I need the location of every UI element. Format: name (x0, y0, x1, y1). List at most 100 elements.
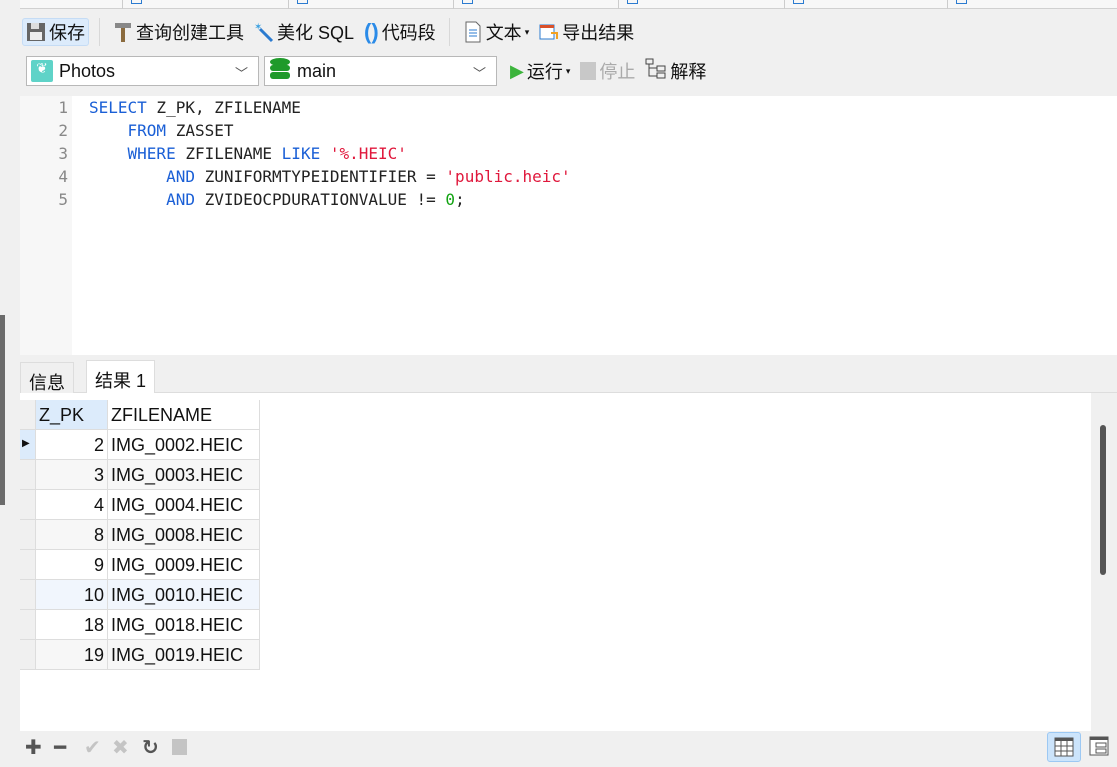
code-token: 0 (445, 190, 456, 209)
connection-value: Photos (59, 60, 116, 81)
beautify-sql-button[interactable]: ✶ 美化 SQL (251, 18, 357, 46)
code-token: ZASSET (166, 121, 234, 140)
table-icon (627, 0, 638, 4)
row-indicator[interactable] (20, 580, 36, 610)
sql-editor[interactable]: 1 2 3 4 5 SELECT Z_PK, ZFILENAME FROM ZASSET… (20, 96, 1117, 355)
database-select[interactable]: main ﹀ (264, 56, 497, 86)
form-view-button[interactable] (1085, 732, 1115, 762)
cell-zfilename[interactable]: IMG_0002.HEIC (108, 430, 260, 460)
stop-label: 停止 (599, 62, 636, 82)
query-builder-label: 查询创建工具 (136, 23, 244, 43)
document-tab[interactable] (618, 0, 638, 9)
apply-check-icon[interactable]: ✔ (84, 735, 101, 760)
cell-zfilename[interactable]: IMG_0018.HEIC (108, 610, 260, 640)
parentheses-icon: () (364, 19, 379, 44)
stop-button[interactable]: 停止 (577, 57, 638, 85)
cell-z-pk[interactable]: 4 (36, 490, 108, 520)
column-header-z-pk[interactable]: Z_PK (36, 400, 108, 430)
code-token: '%.HEIC' (329, 144, 407, 163)
code-line: WHERE ZFILENAME LIKE '%.HEIC' (89, 144, 407, 163)
discard-x-icon[interactable]: ✖ (112, 735, 129, 760)
row-indicator[interactable] (20, 520, 36, 550)
run-button[interactable]: ▶ 运行 ▾ (507, 57, 573, 85)
scrollbar-thumb[interactable] (1100, 425, 1106, 575)
tab-label: 结果 1 (95, 371, 147, 391)
explain-label: 解释 (670, 62, 707, 82)
document-tab[interactable] (288, 0, 308, 9)
database-value: main (297, 60, 337, 81)
cell-z-pk[interactable]: 10 (36, 580, 108, 610)
text-mode-button[interactable]: 文本 ▾ (460, 18, 533, 46)
cell-z-pk[interactable]: 18 (36, 610, 108, 640)
cell-zfilename[interactable]: IMG_0003.HEIC (108, 460, 260, 490)
code-token: ZVIDEOCPDURATIONVALUE != (194, 190, 446, 209)
tab-label: 信息 (29, 373, 65, 393)
code-line: FROM ZASSET (89, 121, 234, 140)
document-tab-active[interactable] (947, 0, 967, 9)
form-view-icon (1089, 736, 1109, 756)
code-token: ZFILENAME (175, 144, 282, 163)
hammer-icon (113, 21, 133, 43)
code-token: AND (166, 190, 195, 209)
row-indicator[interactable]: ▶ (20, 430, 36, 460)
add-record-icon[interactable]: ✚ (25, 735, 42, 760)
svg-text:✶: ✶ (254, 22, 262, 33)
cell-z-pk[interactable]: 3 (36, 460, 108, 490)
document-icon (463, 21, 483, 43)
divider (448, 18, 450, 46)
delete-record-icon[interactable]: ━ (54, 735, 66, 760)
cell-zfilename[interactable]: IMG_0004.HEIC (108, 490, 260, 520)
line-number: 4 (58, 167, 68, 186)
table-icon (956, 0, 967, 4)
document-tab[interactable] (453, 0, 473, 9)
cell-z-pk[interactable]: 9 (36, 550, 108, 580)
text-mode-label: 文本 (485, 23, 522, 43)
result-grid: Z_PK ZFILENAME ▶ 2 IMG_0002.HEIC 3 IMG_0003.HE… (20, 393, 1091, 731)
document-tab[interactable] (122, 0, 142, 9)
code-token: 'public.heic' (445, 167, 571, 186)
query-builder-button[interactable]: 查询创建工具 (110, 18, 247, 46)
row-indicator[interactable] (20, 460, 36, 490)
tab-info[interactable]: 信息 (20, 362, 74, 393)
cell-zfilename[interactable]: IMG_0019.HEIC (108, 640, 260, 670)
cell-zfilename[interactable]: IMG_0010.HEIC (108, 580, 260, 610)
cell-z-pk[interactable]: 8 (36, 520, 108, 550)
code-token: Z_PK, ZFILENAME (146, 98, 301, 117)
code-token: AND (166, 167, 195, 186)
code-snippet-button[interactable]: () 代码段 (361, 18, 439, 46)
row-indicator[interactable] (20, 640, 36, 670)
stop-icon[interactable] (172, 739, 187, 755)
code-snippet-label: 代码段 (381, 23, 436, 43)
vertical-scrollbar[interactable] (1091, 393, 1117, 731)
column-header-zfilename[interactable]: ZFILENAME (108, 400, 260, 430)
grid-view-button[interactable] (1047, 732, 1081, 762)
export-results-button[interactable]: 导出结果 (536, 18, 637, 46)
chevron-down-icon: ﹀ (234, 66, 248, 81)
feather-icon: ❦ (31, 60, 53, 82)
left-scrollbar[interactable] (0, 315, 5, 505)
cell-z-pk[interactable]: 2 (36, 430, 108, 460)
code-line: AND ZVIDEOCPDURATIONVALUE != 0; (89, 190, 465, 209)
table-icon (462, 0, 473, 4)
magic-wand-icon: ✶ (254, 21, 274, 43)
connection-select[interactable]: ❦ Photos ﹀ (26, 56, 259, 86)
code-token: FROM (127, 121, 167, 140)
line-number: 2 (58, 121, 68, 140)
save-button[interactable]: 保存 (22, 18, 89, 46)
explain-button[interactable]: 解释 (642, 57, 709, 85)
cell-zfilename[interactable]: IMG_0008.HEIC (108, 520, 260, 550)
tab-result-1[interactable]: 结果 1 (86, 360, 156, 394)
export-table-icon (539, 21, 559, 43)
row-indicator[interactable] (20, 610, 36, 640)
row-indicator[interactable] (20, 490, 36, 520)
document-tab[interactable] (784, 0, 804, 9)
cell-z-pk[interactable]: 19 (36, 640, 108, 670)
refresh-icon[interactable]: ↻ (142, 735, 159, 760)
line-number: 5 (58, 190, 68, 209)
code-line: SELECT Z_PK, ZFILENAME (89, 98, 301, 117)
cell-zfilename[interactable]: IMG_0009.HEIC (108, 550, 260, 580)
row-indicator[interactable] (20, 550, 36, 580)
export-results-label: 导出结果 (562, 23, 635, 43)
